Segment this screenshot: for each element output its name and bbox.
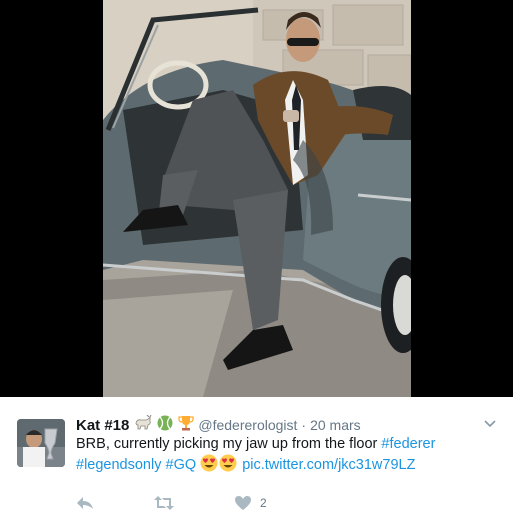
reply-button[interactable]	[76, 495, 94, 511]
media-link[interactable]: pic.twitter.com/jkc31w79LZ	[242, 457, 415, 473]
like-count: 2	[260, 496, 267, 510]
hashtag-federer[interactable]: #federer	[381, 436, 435, 452]
avatar[interactable]	[17, 419, 65, 467]
tweet-actions: 2	[76, 493, 327, 513]
trophy-emoji-icon	[178, 415, 195, 436]
tweet-header: Kat #18 @federerologist · 20 mars	[76, 414, 473, 436]
tweet-text: BRB, currently picking my jaw up from th…	[76, 434, 476, 478]
tennis-ball-emoji-icon	[157, 415, 173, 436]
heart-icon	[235, 496, 251, 510]
reply-icon	[77, 497, 93, 509]
tweet: Kat #18 @federerologist · 20 mars BRB, c…	[0, 397, 513, 531]
chevron-down-icon	[484, 420, 496, 428]
avatar-image	[17, 419, 65, 467]
hashtag-gq[interactable]: #GQ	[166, 457, 197, 473]
tweet-photo[interactable]	[103, 0, 411, 397]
author-name[interactable]: Kat #18	[76, 417, 129, 434]
retweet-icon	[154, 496, 174, 510]
hashtag-legendsonly[interactable]: #legendsonly	[76, 457, 161, 473]
tweet-media[interactable]	[0, 0, 513, 397]
photo-illustration	[103, 0, 411, 397]
header-separator: ·	[301, 417, 307, 433]
goat-emoji-icon	[134, 414, 152, 436]
like-button[interactable]: 2	[234, 495, 267, 511]
tweet-text-body: BRB, currently picking my jaw up from th…	[76, 436, 382, 452]
heart-eyes-emoji-icon	[219, 454, 237, 478]
tweet-timestamp[interactable]: 20 mars	[310, 417, 361, 433]
author-handle[interactable]: @federerologist	[198, 417, 297, 433]
more-options-button[interactable]	[483, 417, 497, 431]
retweet-button[interactable]	[154, 495, 174, 511]
heart-eyes-emoji-icon	[200, 454, 218, 478]
